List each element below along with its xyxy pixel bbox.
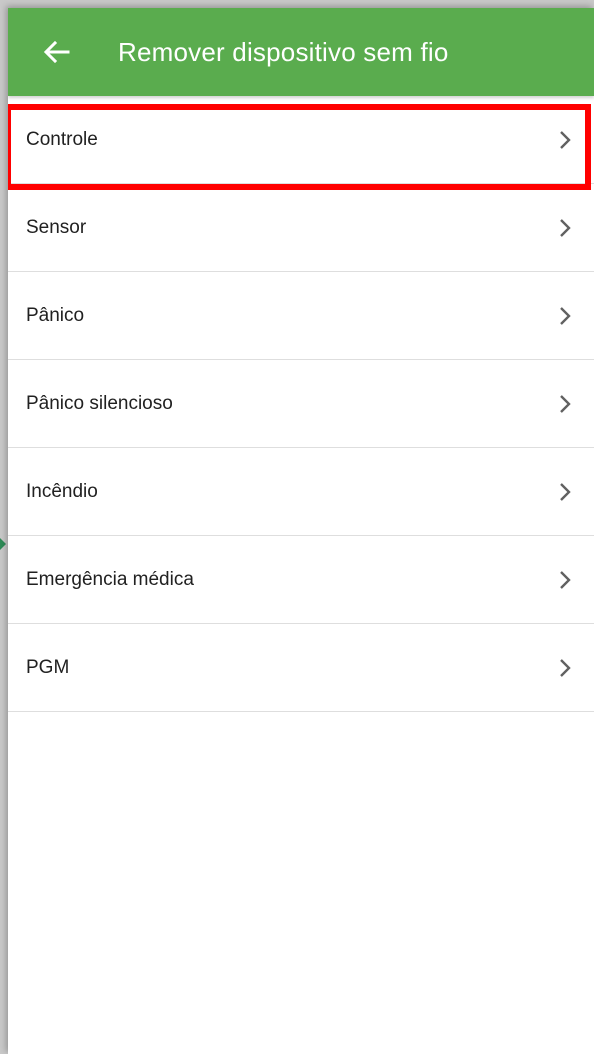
chevron-right-icon bbox=[558, 306, 572, 326]
chevron-right-icon bbox=[558, 658, 572, 678]
list-item-label: Sensor bbox=[26, 216, 87, 238]
list-item-label: PGM bbox=[26, 656, 70, 678]
chevron-right-icon bbox=[558, 130, 572, 150]
list-item-sensor[interactable]: Sensor bbox=[8, 184, 594, 272]
page-title: Remover dispositivo sem fio bbox=[118, 36, 449, 67]
list-item-controle[interactable]: Controle bbox=[8, 96, 594, 184]
chevron-right-icon bbox=[558, 482, 572, 502]
arrow-left-icon bbox=[44, 41, 70, 63]
edge-pointer-marker bbox=[0, 538, 6, 550]
chevron-right-icon bbox=[558, 394, 572, 414]
list-item-label: Incêndio bbox=[26, 480, 98, 502]
chevron-right-icon bbox=[558, 218, 572, 238]
list-item-panico[interactable]: Pânico bbox=[8, 272, 594, 360]
list-item-pgm[interactable]: PGM bbox=[8, 624, 594, 712]
list-item-label: Controle bbox=[26, 128, 98, 150]
back-button[interactable] bbox=[40, 35, 74, 69]
list-item-incendio[interactable]: Incêndio bbox=[8, 448, 594, 536]
app-screen: Remover dispositivo sem fio Controle Sen… bbox=[8, 8, 594, 1054]
list-item-label: Pânico bbox=[26, 304, 85, 326]
device-type-list: Controle Sensor Pânico Pânico silencioso… bbox=[8, 96, 594, 712]
list-item-emergencia-medica[interactable]: Emergência médica bbox=[8, 536, 594, 624]
list-item-panico-silencioso[interactable]: Pânico silencioso bbox=[8, 360, 594, 448]
chevron-right-icon bbox=[558, 570, 572, 590]
list-item-label: Pânico silencioso bbox=[26, 392, 173, 414]
list-item-label: Emergência médica bbox=[26, 568, 194, 590]
app-bar: Remover dispositivo sem fio bbox=[8, 8, 594, 96]
